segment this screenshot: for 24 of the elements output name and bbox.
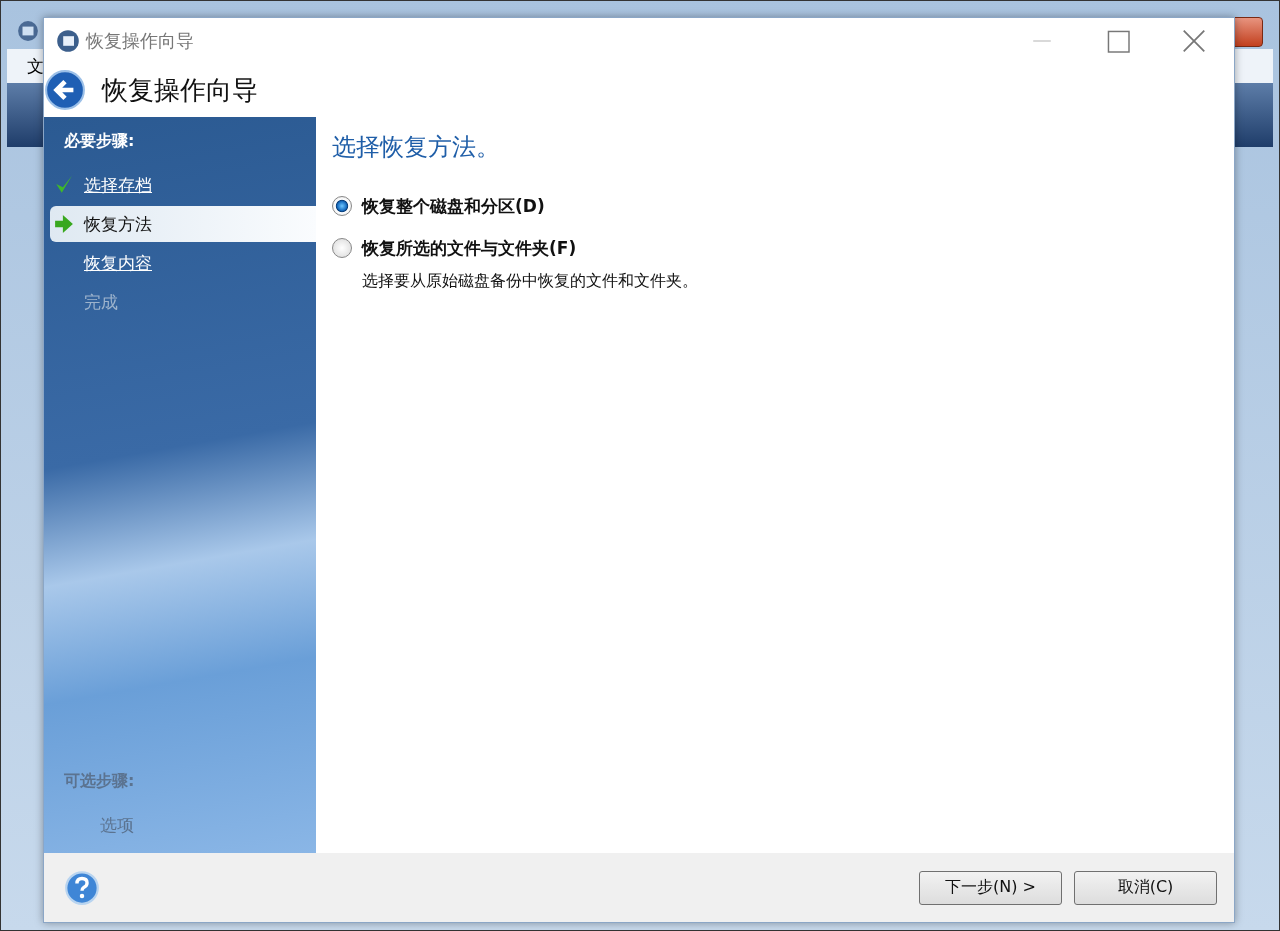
app-icon — [56, 28, 80, 53]
menu-item[interactable]: 文 — [27, 54, 44, 78]
step-label: 完成 — [84, 290, 118, 314]
radio-button[interactable] — [332, 238, 352, 258]
back-button[interactable] — [44, 69, 86, 111]
window-title: 恢复操作向导 — [86, 28, 194, 53]
check-icon — [54, 175, 74, 195]
section-heading: 可选步骤: — [63, 770, 136, 792]
page-heading: 选择恢复方法。 — [332, 132, 501, 163]
app-icon — [17, 20, 39, 42]
arrow-icon — [54, 214, 74, 234]
step-link[interactable]: 选择存档 — [84, 173, 152, 197]
radio-button[interactable] — [332, 196, 352, 216]
section-heading: 必要步骤: — [63, 130, 136, 152]
step-link[interactable]: 恢复内容 — [84, 251, 152, 275]
dialog-button[interactable]: 下一步(N) > — [919, 870, 1062, 905]
help-icon[interactable] — [64, 869, 100, 906]
option-label[interactable]: 恢复所选的文件与文件夹(F) — [362, 236, 577, 260]
option-label[interactable]: 恢复整个磁盘和分区(D) — [362, 194, 545, 218]
option-description: 选择要从原始磁盘备份中恢复的文件和文件夹。 — [361, 271, 699, 292]
dialog-button[interactable]: 取消(C) — [1074, 870, 1217, 905]
current-step[interactable]: 恢复方法 — [50, 206, 316, 242]
wizard-title: 恢复操作向导 — [102, 73, 258, 107]
step-label: 选项 — [100, 815, 134, 835]
